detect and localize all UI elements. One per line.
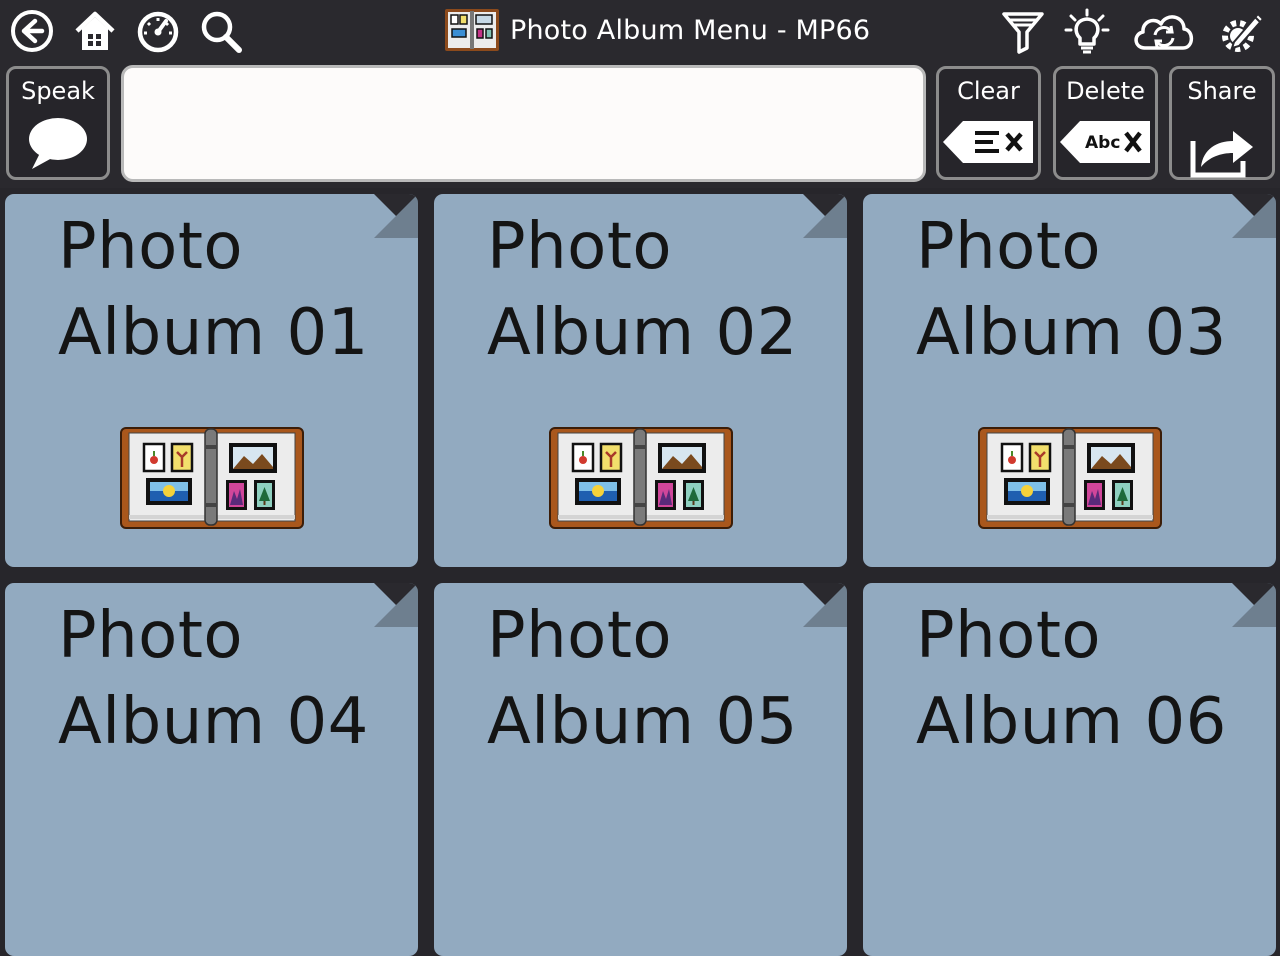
home-icon[interactable] bbox=[72, 8, 118, 54]
album-cell[interactable]: Photo Album 05 bbox=[434, 583, 847, 956]
top-toolbar: Photo Album Menu - MP66 bbox=[0, 0, 1280, 60]
message-bar: Speak Clear Delete Abc Share bbox=[0, 60, 1280, 188]
album-label: Photo Album 05 bbox=[487, 593, 837, 765]
album-label: Photo Album 03 bbox=[916, 204, 1266, 376]
photo-album-icon bbox=[120, 427, 304, 529]
album-label-line1: Photo bbox=[58, 599, 244, 673]
album-cell[interactable]: Photo Album 04 bbox=[5, 583, 418, 956]
filter-icon[interactable] bbox=[1000, 8, 1046, 54]
message-text-box[interactable] bbox=[121, 65, 926, 182]
album-label-line1: Photo bbox=[58, 210, 244, 284]
album-label-line2: Album 02 bbox=[487, 296, 798, 370]
dashboard-icon[interactable] bbox=[135, 8, 181, 54]
delete-word-icon: Abc bbox=[1059, 121, 1150, 163]
share-label: Share bbox=[1187, 77, 1257, 105]
edit-settings-icon[interactable] bbox=[1220, 8, 1266, 54]
album-grid: Photo Album 01 Photo Album 02 Photo Albu… bbox=[0, 188, 1280, 956]
delete-button[interactable]: Delete Abc bbox=[1053, 66, 1158, 180]
search-icon[interactable] bbox=[198, 8, 244, 54]
speak-button[interactable]: Speak bbox=[6, 66, 110, 180]
album-label: Photo Album 01 bbox=[58, 204, 408, 376]
album-label-line1: Photo bbox=[487, 210, 673, 284]
album-label-line1: Photo bbox=[916, 210, 1102, 284]
clear-button[interactable]: Clear bbox=[936, 66, 1041, 180]
back-icon[interactable] bbox=[9, 8, 55, 54]
album-label-line2: Album 06 bbox=[916, 685, 1227, 759]
clear-text-icon bbox=[942, 121, 1033, 163]
album-cell[interactable]: Photo Album 06 bbox=[863, 583, 1276, 956]
share-button[interactable]: Share bbox=[1169, 66, 1275, 180]
share-icon bbox=[1190, 131, 1253, 178]
album-label-line2: Album 03 bbox=[916, 296, 1227, 370]
album-label-line1: Photo bbox=[916, 599, 1102, 673]
album-cell[interactable]: Photo Album 01 bbox=[5, 194, 418, 567]
album-cell[interactable]: Photo Album 03 bbox=[863, 194, 1276, 567]
delete-label: Delete bbox=[1066, 77, 1145, 105]
page-title-group: Photo Album Menu - MP66 bbox=[444, 6, 870, 54]
album-label-line2: Album 05 bbox=[487, 685, 798, 759]
speech-bubble-icon bbox=[29, 118, 87, 169]
album-label-line1: Photo bbox=[487, 599, 673, 673]
photo-album-icon bbox=[549, 427, 733, 529]
album-label: Photo Album 06 bbox=[916, 593, 1266, 765]
lightbulb-icon[interactable] bbox=[1064, 8, 1110, 54]
album-cell[interactable]: Photo Album 02 bbox=[434, 194, 847, 567]
album-label: Photo Album 02 bbox=[487, 204, 837, 376]
page-title: Photo Album Menu - MP66 bbox=[510, 14, 871, 46]
album-label: Photo Album 04 bbox=[58, 593, 408, 765]
clear-label: Clear bbox=[957, 77, 1020, 105]
delete-icon-text: Abc bbox=[1085, 133, 1120, 153]
photo-album-icon bbox=[978, 427, 1162, 529]
photo-album-thumbnail-icon bbox=[445, 9, 499, 51]
album-label-line2: Album 01 bbox=[58, 296, 369, 370]
speak-label: Speak bbox=[21, 77, 95, 105]
cloud-sync-icon[interactable] bbox=[1131, 8, 1197, 54]
album-label-line2: Album 04 bbox=[58, 685, 369, 759]
